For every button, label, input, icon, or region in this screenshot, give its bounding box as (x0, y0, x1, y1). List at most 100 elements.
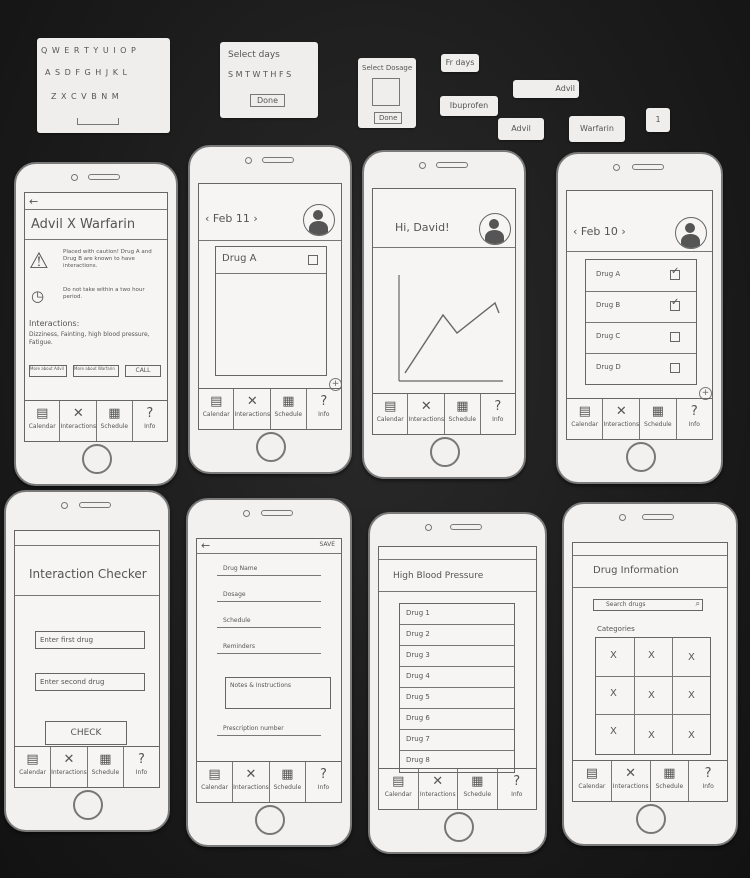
first-drug-input[interactable]: Enter first drug (35, 631, 145, 649)
tab-bar: ▤ Calendar ✕ Interactions ▦ Schedule ? Info (567, 398, 712, 439)
list-item[interactable]: Drug 7 (400, 730, 514, 751)
more-about-advil-button[interactable]: More about Advil (29, 365, 67, 377)
schedule-field[interactable]: Schedule (223, 617, 251, 624)
list-item[interactable]: Drug 6 (400, 709, 514, 730)
list-item[interactable]: Drug D (586, 353, 696, 384)
tab-schedule[interactable]: ▦ Schedule (640, 399, 677, 439)
category-cell[interactable]: X (648, 690, 655, 701)
checkbox-checked[interactable]: ✓ (670, 266, 680, 280)
notes-textarea[interactable]: Notes & Instructions (225, 677, 331, 709)
prescription-field[interactable]: Prescription number (223, 725, 284, 732)
list-item[interactable]: Drug 3 (400, 646, 514, 667)
tab-bar: ▤ Calendar ✕ Interactions ▦ Schedule ? Info (199, 388, 341, 429)
tab-bar: ▤ Calendar ✕ Interactions ▦ Schedule ? Info (573, 760, 727, 801)
category-cell[interactable]: X (610, 688, 617, 699)
category-cell[interactable]: X (648, 730, 655, 741)
tab-calendar[interactable]: ▤ Calendar (25, 401, 61, 441)
tab-schedule[interactable]: ▦ Schedule (97, 401, 133, 441)
list-item[interactable]: Drug 4 (400, 667, 514, 688)
speaker (642, 514, 674, 520)
avatar[interactable] (303, 204, 335, 236)
date-label: Feb 11 (212, 212, 250, 225)
home-button[interactable] (82, 444, 112, 474)
tab-interactions[interactable]: ✕ Interactions (60, 401, 98, 441)
tab-schedule[interactable]: ▦ Schedule (445, 394, 481, 434)
call-button[interactable]: CALL (125, 365, 161, 377)
tab-calendar[interactable]: ▤ Calendar (573, 761, 612, 801)
drug-checkbox[interactable] (308, 255, 318, 265)
time-note: Do not take within a two hour period. (63, 287, 145, 300)
tab-interactions[interactable]: ✕ Interactions (408, 394, 446, 434)
tab-interactions[interactable]: ✕ Interactions (612, 761, 651, 801)
tab-schedule[interactable]: ▦ Schedule (651, 761, 690, 801)
list-item[interactable]: Drug C (586, 322, 696, 354)
checkbox[interactable] (670, 332, 680, 342)
check-button[interactable]: CHECK (45, 721, 127, 745)
category-cell[interactable]: X (688, 690, 695, 701)
tab-info[interactable]: ? Info (689, 761, 727, 801)
back-arrow-icon[interactable]: ← (29, 195, 38, 208)
phone-drug-info: Drug Information Search drugs ⌕ Categori… (562, 502, 738, 846)
speaker (631, 164, 664, 170)
category-cell[interactable]: X (610, 650, 617, 661)
tab-interactions[interactable]: ✕ Interactions (233, 762, 270, 802)
tab-interactions[interactable]: ✕ Interactions (234, 389, 272, 429)
calendar-icon: ▤ (210, 394, 223, 409)
category-cell[interactable]: X (610, 726, 617, 737)
tab-bar: ▤ Calendar ✕ Interactions ▦ Schedule ? Info (197, 761, 341, 802)
list-item[interactable]: Drug B ✓ (586, 291, 696, 323)
list-item[interactable]: Drug 2 (400, 625, 514, 646)
tab-info[interactable]: ? Info (677, 399, 712, 439)
tab-info[interactable]: ? Info (124, 747, 159, 787)
tab-calendar[interactable]: ▤ Calendar (197, 762, 234, 802)
tab-schedule[interactable]: ▦ Schedule (88, 747, 124, 787)
home-button[interactable] (255, 805, 285, 835)
tab-info[interactable]: ? Info (498, 769, 537, 809)
tab-interactions[interactable]: ✕ Interactions (51, 747, 88, 787)
more-about-warfarin-button[interactable]: More about Warfarin (73, 365, 119, 377)
tab-calendar[interactable]: ▤ Calendar (379, 769, 419, 809)
checkbox[interactable] (670, 363, 680, 373)
tab-calendar[interactable]: ▤ Calendar (373, 394, 409, 434)
home-button[interactable] (73, 790, 103, 820)
tab-calendar[interactable]: ▤ Calendar (15, 747, 52, 787)
date-header[interactable]: ‹ Feb 11 › (205, 212, 258, 225)
category-cell[interactable]: X (688, 730, 695, 741)
tab-interactions[interactable]: ✕ Interactions (603, 399, 641, 439)
home-button[interactable] (430, 437, 460, 467)
reminders-field[interactable]: Reminders (223, 643, 255, 650)
home-button[interactable] (636, 804, 666, 834)
tab-schedule[interactable]: ▦ Schedule (271, 389, 307, 429)
drug-name-field[interactable]: Drug Name (223, 565, 257, 572)
second-drug-input[interactable]: Enter second drug (35, 673, 145, 691)
dosage-field[interactable]: Dosage (223, 591, 246, 598)
tab-schedule[interactable]: ▦ Schedule (458, 769, 498, 809)
tab-info[interactable]: ? Info (481, 394, 515, 434)
tab-bar: ▤ Calendar ✕ Interactions ▦ Schedule ? Info (15, 746, 159, 787)
tab-schedule[interactable]: ▦ Schedule (270, 762, 306, 802)
list-item[interactable]: Drug A ✓ (586, 260, 696, 292)
list-item[interactable]: Drug 1 (400, 604, 514, 625)
tab-calendar[interactable]: ▤ Calendar (567, 399, 604, 439)
tab-info[interactable]: ? Info (306, 762, 341, 802)
tab-info[interactable]: ? Info (307, 389, 341, 429)
category-cell[interactable]: X (648, 650, 655, 661)
back-arrow-icon[interactable]: ← (201, 539, 210, 552)
category-cell[interactable]: X (688, 652, 695, 663)
interactions-text: Dizziness, Fainting, high blood pressure… (29, 331, 150, 346)
home-button[interactable] (443, 812, 474, 842)
tab-calendar[interactable]: ▤ Calendar (199, 389, 235, 429)
save-button[interactable]: SAVE (319, 541, 335, 548)
checkbox-checked[interactable]: ✓ (670, 297, 680, 311)
tab-info[interactable]: ? Info (133, 401, 167, 441)
list-item[interactable]: Drug 5 (400, 688, 514, 709)
avatar[interactable] (675, 217, 707, 249)
avatar[interactable] (479, 213, 511, 245)
home-button[interactable] (625, 442, 656, 472)
greeting-title: Hi, David! (395, 221, 450, 234)
date-header[interactable]: ‹ Feb 10 › (573, 225, 626, 238)
tab-interactions[interactable]: ✕ Interactions (419, 769, 458, 809)
home-button[interactable] (256, 432, 286, 462)
search-input[interactable]: Search drugs ⌕ (593, 599, 703, 611)
camera-dot (619, 514, 626, 521)
